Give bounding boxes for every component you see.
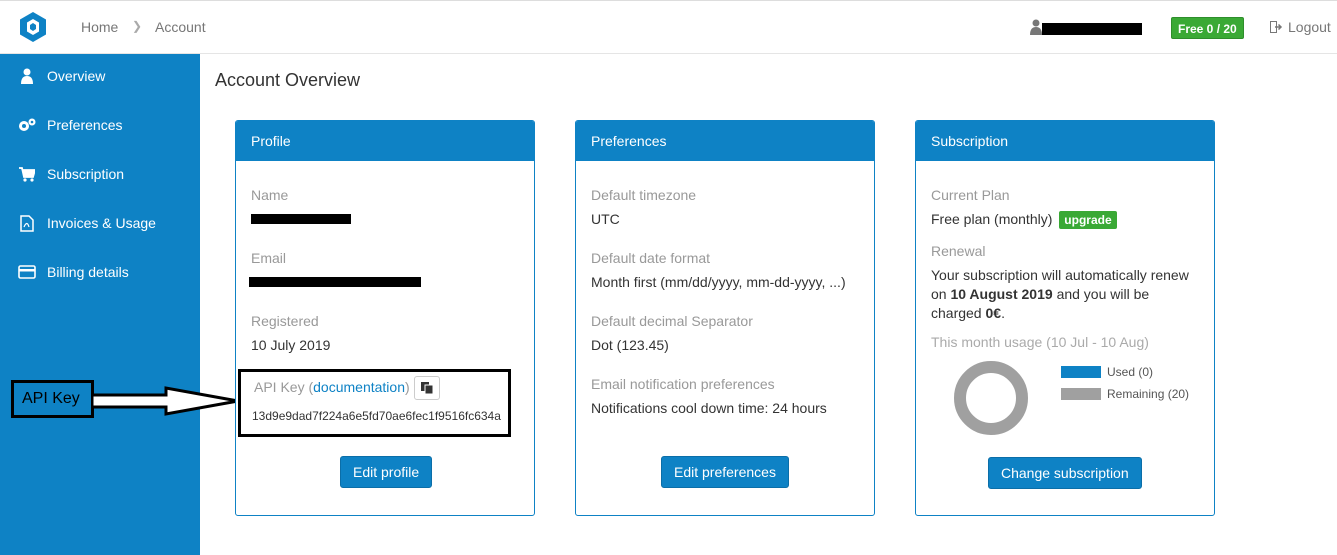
logout-link[interactable]: Logout — [1270, 19, 1331, 35]
edit-preferences-button[interactable]: Edit preferences — [661, 456, 789, 488]
sidebar-item-invoices[interactable]: Invoices & Usage — [17, 212, 156, 234]
credit-card-icon — [17, 263, 37, 281]
copy-icon — [421, 382, 434, 395]
breadcrumb-current: Account — [155, 19, 206, 35]
legend-used-swatch — [1061, 366, 1101, 378]
subscription-panel: Subscription Current Plan Free plan (mon… — [915, 120, 1215, 516]
api-key-annotation: API Key — [11, 380, 94, 418]
pdf-icon — [17, 214, 37, 232]
breadcrumb-chevron-icon: ❯ — [132, 19, 143, 33]
date-format-label: Default date format — [591, 250, 711, 266]
renewal-date: 10 August 2019 — [950, 286, 1053, 302]
copy-api-key-button[interactable] — [414, 376, 440, 400]
top-bar: Home ❯ Account Free 0 / 20 Logout — [0, 0, 1337, 54]
panel-title: Profile — [236, 121, 534, 161]
redacted-user-name — [1042, 23, 1142, 35]
api-key-value[interactable]: 13d9e9dad7f224a6e5fd70ae6fec1f9516fc634a — [252, 409, 501, 423]
renewal-text-end: . — [1001, 305, 1005, 321]
sidebar-item-overview[interactable]: Overview — [17, 65, 105, 87]
legend-used: Used (0) — [1061, 365, 1153, 379]
profile-panel: Profile Name Email Registered 10 July 20… — [235, 120, 535, 516]
sidebar-item-subscription[interactable]: Subscription — [17, 163, 124, 185]
email-notification-value: Notifications cool down time: 24 hours — [591, 400, 827, 416]
plan-usage-badge: Free 0 / 20 — [1171, 17, 1244, 39]
cart-icon — [17, 165, 37, 183]
user-icon — [17, 67, 37, 85]
annotation-arrow-icon — [92, 386, 239, 416]
api-key-label-close: ) — [404, 379, 410, 395]
gears-icon — [17, 116, 37, 134]
breadcrumb-home[interactable]: Home — [81, 19, 118, 35]
decimal-separator-value: Dot (123.45) — [591, 337, 669, 353]
name-label: Name — [251, 187, 289, 203]
renewal-label: Renewal — [931, 243, 986, 259]
documentation-link[interactable]: documentation — [313, 379, 405, 395]
user-icon — [1030, 19, 1042, 35]
donut-remaining-slice — [954, 361, 1028, 435]
sidebar-item-billing[interactable]: Billing details — [17, 261, 129, 283]
renewal-text: Your subscription will automatically ren… — [931, 266, 1201, 323]
sidebar-item-label: Invoices & Usage — [47, 215, 156, 231]
change-subscription-button[interactable]: Change subscription — [988, 457, 1142, 489]
timezone-label: Default timezone — [591, 187, 697, 203]
preferences-panel: Preferences Default timezone UTC Default… — [575, 120, 875, 516]
panel-title: Preferences — [576, 121, 874, 161]
sidebar-item-label: Preferences — [47, 117, 123, 133]
current-plan-value: Free plan (monthly) upgrade — [931, 211, 1117, 229]
sidebar-item-label: Overview — [47, 68, 106, 84]
registered-label: Registered — [251, 313, 319, 329]
logout-label: Logout — [1288, 19, 1331, 35]
edit-profile-button[interactable]: Edit profile — [340, 456, 433, 488]
timezone-value: UTC — [591, 211, 620, 227]
usage-donut-chart — [954, 361, 1028, 435]
email-notification-label: Email notification preferences — [591, 376, 775, 392]
upgrade-button[interactable]: upgrade — [1059, 211, 1117, 229]
legend-remaining: Remaining (20) — [1061, 387, 1189, 401]
legend-remaining-swatch — [1061, 388, 1101, 400]
logo-icon[interactable] — [17, 11, 49, 43]
redacted-name — [251, 214, 351, 224]
redacted-email — [249, 277, 421, 287]
legend-used-label: Used (0) — [1107, 365, 1154, 379]
usage-label: This month usage (10 Jul - 10 Aug) — [931, 334, 1149, 350]
legend-remaining-label: Remaining (20) — [1107, 387, 1190, 401]
decimal-separator-label: Default decimal Separator — [591, 313, 753, 329]
current-plan-label: Current Plan — [931, 187, 1010, 203]
registered-value: 10 July 2019 — [251, 337, 331, 353]
renewal-amount: 0€ — [985, 305, 1002, 321]
plan-name: Free plan (monthly) — [931, 211, 1053, 227]
panel-title: Subscription — [916, 121, 1214, 161]
api-key-label: API Key (documentation) — [254, 379, 410, 395]
sidebar: Overview Preferences Subscription Invoic… — [0, 54, 200, 555]
sidebar-item-preferences[interactable]: Preferences — [17, 114, 122, 136]
date-format-value: Month first (mm/dd/yyyy, mm-dd-yyyy, ...… — [591, 274, 846, 290]
logout-icon — [1270, 21, 1283, 33]
sidebar-item-label: Subscription — [47, 166, 125, 182]
api-key-label-text: API Key ( — [254, 379, 314, 395]
page-title: Account Overview — [215, 70, 361, 90]
api-key-box: API Key (documentation) 13d9e9dad7f224a6… — [238, 369, 511, 437]
email-label: Email — [251, 250, 287, 266]
sidebar-item-label: Billing details — [47, 264, 129, 280]
